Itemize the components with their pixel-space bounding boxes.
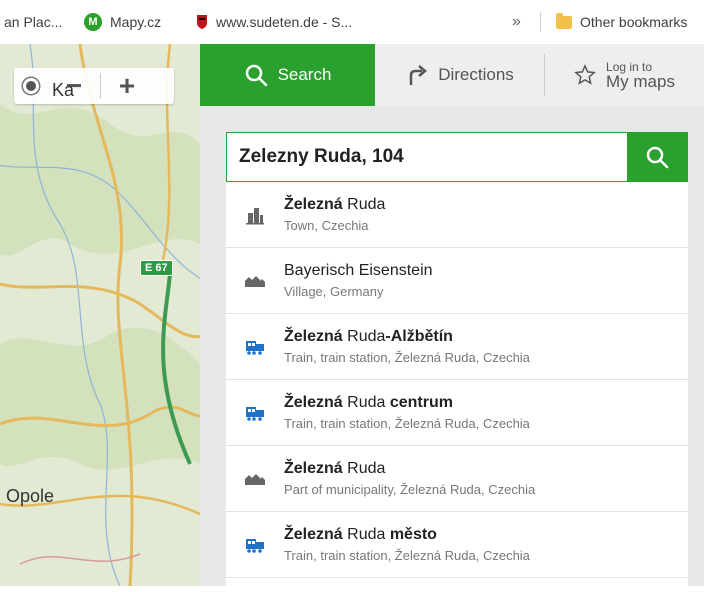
location-icon xyxy=(23,78,39,94)
directions-arrow-icon xyxy=(406,63,428,87)
result-subtitle: Train, train station, Železná Ruda, Czec… xyxy=(284,548,530,563)
result-subtitle: Train, train station, Železná Ruda, Czec… xyxy=(284,350,530,365)
result-subtitle: Town, Czechia xyxy=(284,218,369,233)
village-icon xyxy=(226,472,284,486)
result-item[interactable]: Železná Ruda Part of municipality, Želez… xyxy=(226,446,688,512)
tab-directions[interactable]: Directions xyxy=(375,44,545,106)
result-subtitle: Part of municipality, Železná Ruda, Czec… xyxy=(284,482,536,497)
search-box xyxy=(226,132,688,182)
bookmarks-bar: an Plac... M Mapy.cz www.sudeten.de - S.… xyxy=(0,0,704,44)
star-icon xyxy=(574,64,596,86)
login-line1: Log in to xyxy=(606,59,653,74)
bookmark-an-place[interactable]: an Plac... xyxy=(4,0,62,44)
train-icon xyxy=(226,405,284,421)
other-bookmarks-button[interactable]: Other bookmarks xyxy=(556,0,687,44)
train-icon xyxy=(226,537,284,553)
search-input[interactable] xyxy=(227,133,627,181)
village-icon xyxy=(226,274,284,288)
tab-search-label: Search xyxy=(277,65,332,84)
result-item[interactable]: Železná Ruda-Alžbětín Train, train stati… xyxy=(226,314,688,380)
train-icon xyxy=(226,339,284,355)
map-label-opole: Opole xyxy=(6,486,55,506)
result-item[interactable]: Železná Ruda centrum Train, train statio… xyxy=(226,380,688,446)
locate-me-button[interactable] xyxy=(14,68,48,104)
bookmark-label: www.sudeten.de - S... xyxy=(216,14,353,30)
result-title: Bayerisch Eisenstein xyxy=(284,262,433,279)
login-text: Log in to My maps xyxy=(606,61,675,90)
result-subtitle: Train, train station, Železná Ruda, Czec… xyxy=(284,416,530,431)
map-label-partial: Ka xyxy=(52,80,75,100)
map-controls: − + xyxy=(14,68,174,104)
search-icon xyxy=(244,63,268,87)
result-title: Železná Ruda xyxy=(284,196,386,213)
town-icon xyxy=(226,205,284,225)
folder-icon xyxy=(556,12,572,29)
bookmark-label: Mapy.cz xyxy=(110,14,162,30)
result-item[interactable]: Železná Ruda město Train, train station,… xyxy=(226,512,688,578)
result-title: Železná Ruda centrum xyxy=(284,394,453,411)
bookmark-mapy[interactable]: M Mapy.cz xyxy=(84,0,161,44)
login-line2: My maps xyxy=(606,71,675,91)
result-item[interactable]: Železná Ruda Town, Czechia xyxy=(226,182,688,248)
bookmarks-overflow-button[interactable]: » xyxy=(512,0,521,44)
bookmark-label: an Plac... xyxy=(4,14,63,30)
side-panel: Search Directions Log in to My maps Zele… xyxy=(200,44,704,592)
bookmarks-divider xyxy=(540,12,541,32)
search-icon xyxy=(645,145,669,169)
bookmark-sudeten[interactable]: www.sudeten.de - S... xyxy=(196,0,352,44)
panel-tabs: Search Directions Log in to My maps xyxy=(200,44,704,106)
result-item[interactable]: Bayerisch Eisenstein Village, Germany xyxy=(226,248,688,314)
tab-directions-label: Directions xyxy=(438,65,514,84)
tab-login[interactable]: Log in to My maps xyxy=(545,44,704,106)
other-bookmarks-label: Other bookmarks xyxy=(580,14,688,30)
sudeten-shield-icon xyxy=(196,14,208,30)
zoom-in-button[interactable]: + xyxy=(101,68,153,104)
chevron-double-right-icon: » xyxy=(512,13,521,30)
mapy-logo-icon: M xyxy=(84,13,102,31)
result-subtitle: Village, Germany xyxy=(284,284,384,299)
result-title: Železná Ruda město xyxy=(284,526,437,543)
result-title: Železná Ruda-Alžbětín xyxy=(284,328,453,345)
road-badge-e67: E 67 xyxy=(140,260,173,276)
map-view[interactable]: − + Ka E 67 Opole xyxy=(0,44,200,586)
search-button[interactable] xyxy=(627,133,687,181)
tab-search[interactable]: Search xyxy=(200,44,375,106)
result-title: Železná Ruda xyxy=(284,460,386,477)
search-results: Železná Ruda Town, Czechia Bayerisch Eis… xyxy=(226,182,688,592)
